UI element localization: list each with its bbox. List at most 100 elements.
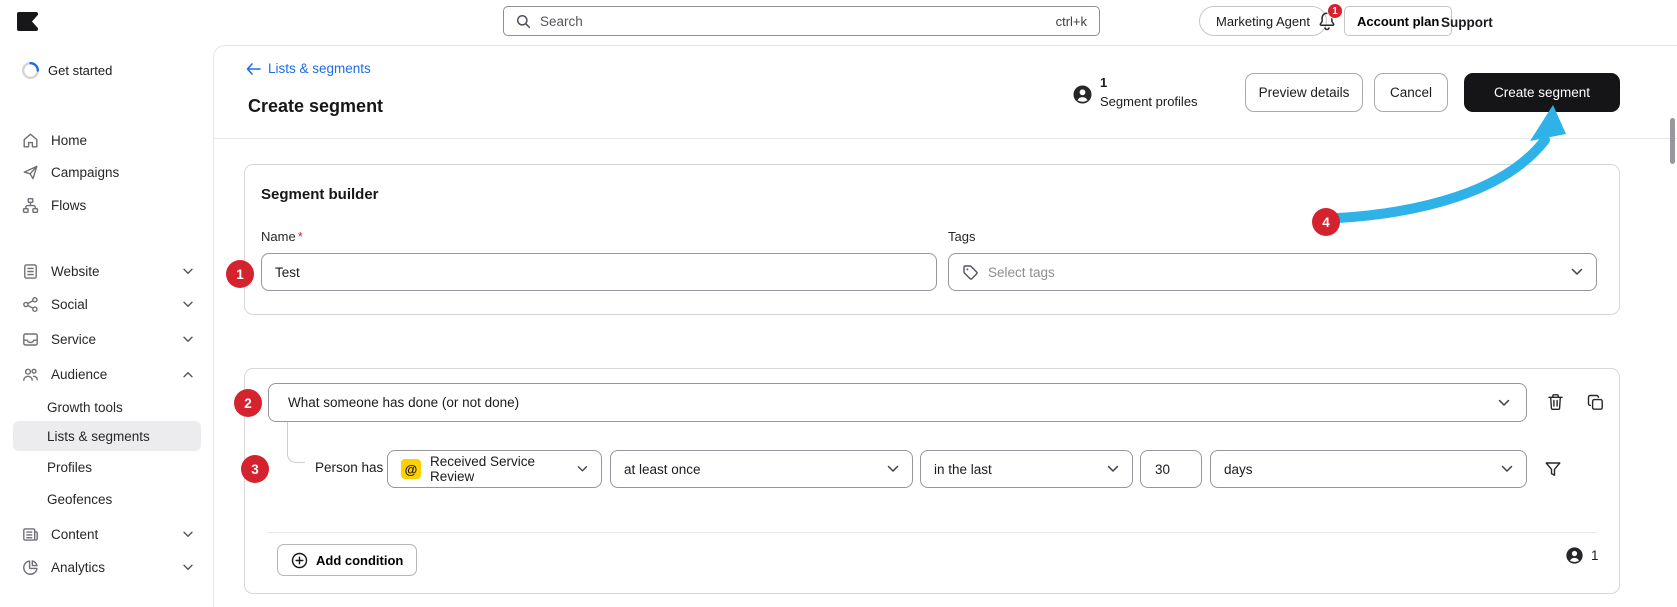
chevron-down-icon <box>1107 465 1119 472</box>
plus-circle-icon <box>291 552 308 568</box>
service-review-metric-icon: @ <box>401 459 421 479</box>
breadcrumb[interactable]: Lists & segments <box>246 61 371 76</box>
sidebar-item-label: Lists & segments <box>47 428 150 444</box>
sidebar-item-label: Audience <box>51 366 108 382</box>
sidebar-item-label: Home <box>51 132 88 148</box>
frequency-value: at least once <box>624 461 701 477</box>
social-icon <box>23 296 38 312</box>
sidebar-item-label: Content <box>51 526 99 542</box>
sidebar-item-website[interactable]: Website <box>13 256 201 286</box>
duplicate-condition-button[interactable] <box>1582 388 1608 416</box>
condition-definition-value: What someone has done (or not done) <box>288 395 520 410</box>
website-icon <box>24 263 37 279</box>
sidebar-item-geofences[interactable]: Geofences <box>13 484 201 514</box>
sidebar-item-flows[interactable]: Flows <box>13 190 201 220</box>
notification-count-badge: 1 <box>1327 3 1343 19</box>
condition-prefix-label: Person has <box>315 460 384 475</box>
chevron-up-icon <box>183 371 193 377</box>
segment-profiles-count: 1 <box>1100 75 1108 90</box>
sidebar-item-label: Website <box>51 263 100 279</box>
klaviyo-logo-icon[interactable] <box>17 12 38 31</box>
timeframe-unit-select[interactable]: days <box>1210 450 1527 488</box>
filter-condition-button[interactable] <box>1540 455 1566 483</box>
sidebar-item-label: Campaigns <box>51 164 120 180</box>
chevron-down-icon <box>183 301 193 307</box>
sidebar-item-home[interactable]: Home <box>13 125 201 155</box>
sidebar-item-label: Service <box>51 331 97 347</box>
search-icon <box>516 14 531 28</box>
sidebar-item-label: Analytics <box>51 559 106 575</box>
marketing-agent-button[interactable]: Marketing Agent <box>1199 6 1327 36</box>
preview-details-button[interactable]: Preview details <box>1245 73 1363 112</box>
chevron-down-icon <box>1498 399 1510 406</box>
tag-icon <box>963 264 978 280</box>
support-link[interactable]: Support <box>1441 0 1493 44</box>
copy-icon <box>1587 394 1603 410</box>
name-label: Name * <box>261 229 303 244</box>
timeframe-select[interactable]: in the last <box>920 450 1133 488</box>
sidebar-item-label: Flows <box>51 197 87 213</box>
chevron-down-icon <box>183 268 193 274</box>
sidebar-item-get-started[interactable]: Get started <box>21 61 112 80</box>
annotation-step-2: 2 <box>234 389 262 417</box>
condition-connector-line <box>287 422 305 463</box>
annotation-step-4: 4 <box>1312 208 1340 236</box>
create-segment-button[interactable]: Create segment <box>1464 73 1620 112</box>
frequency-select[interactable]: at least once <box>610 450 913 488</box>
content-icon <box>23 527 38 541</box>
trash-icon <box>1547 394 1563 410</box>
chevron-down-icon <box>1571 268 1583 275</box>
sidebar-item-audience[interactable]: Audience <box>13 359 201 389</box>
sidebar-item-growth-tools[interactable]: Growth tools <box>13 392 201 422</box>
segment-profiles-label: Segment profiles <box>1100 94 1198 109</box>
analytics-pie-icon <box>23 559 38 575</box>
tags-placeholder: Select tags <box>988 264 1055 280</box>
sidebar-item-service[interactable]: Service <box>13 324 201 354</box>
sidebar-item-campaigns[interactable]: Campaigns <box>13 157 201 187</box>
app-window: ctrl+k Marketing Agent 1 Account plan Su… <box>0 0 1677 607</box>
chevron-down-icon <box>887 465 899 472</box>
annotation-step-1: 1 <box>226 260 254 288</box>
annotation-step-3: 3 <box>241 455 269 483</box>
timeframe-value: in the last <box>934 461 992 477</box>
condition-definition-select[interactable]: What someone has done (or not done) <box>268 383 1527 422</box>
send-icon <box>23 165 38 179</box>
tags-label: Tags <box>948 229 976 244</box>
delete-condition-button[interactable] <box>1542 388 1568 416</box>
tags-select[interactable]: Select tags <box>948 253 1597 291</box>
filter-funnel-icon <box>1545 461 1561 476</box>
condition-footer-divider <box>268 532 1596 533</box>
chevron-down-icon <box>183 336 193 342</box>
sidebar-item-label: Social <box>51 296 88 312</box>
sidebar-item-label: Profiles <box>47 459 93 475</box>
sidebar-item-label: Geofences <box>47 491 113 507</box>
home-icon <box>23 133 38 147</box>
sidebar-item-profiles[interactable]: Profiles <box>13 452 201 482</box>
chevron-down-icon <box>577 466 588 472</box>
sidebar-item-lists-segments[interactable]: Lists & segments <box>13 421 201 451</box>
metric-select[interactable]: @ Received Service Review <box>387 450 602 488</box>
breadcrumb-label: Lists & segments <box>268 61 371 76</box>
add-condition-label: Add condition <box>316 552 404 568</box>
search-input[interactable]: ctrl+k <box>503 6 1100 36</box>
required-asterisk: * <box>297 229 303 244</box>
audience-icon <box>23 368 38 381</box>
cancel-button[interactable]: Cancel <box>1374 73 1448 112</box>
profile-circle-icon <box>1566 547 1583 564</box>
inbox-icon <box>23 332 38 346</box>
search-field[interactable] <box>540 13 1047 29</box>
notifications-button[interactable]: 1 <box>1314 3 1344 37</box>
account-plan-button[interactable]: Account plan <box>1344 6 1453 36</box>
sidebar-item-social[interactable]: Social <box>13 289 201 319</box>
sidebar-item-analytics[interactable]: Analytics <box>13 552 201 582</box>
profile-circle-icon <box>1073 85 1092 104</box>
segment-builder-card: Segment builder Name* Tags Select tags <box>244 164 1620 315</box>
sidebar-item-label: Growth tools <box>47 399 123 415</box>
vertical-scrollbar[interactable] <box>1670 118 1675 164</box>
timeframe-number-input[interactable] <box>1140 450 1202 488</box>
metric-value: Received Service Review <box>430 454 536 484</box>
segment-name-input[interactable] <box>261 253 937 291</box>
sidebar-item-content[interactable]: Content <box>13 519 201 549</box>
chevron-down-icon <box>183 564 193 570</box>
add-condition-button[interactable]: Add condition <box>277 544 418 576</box>
